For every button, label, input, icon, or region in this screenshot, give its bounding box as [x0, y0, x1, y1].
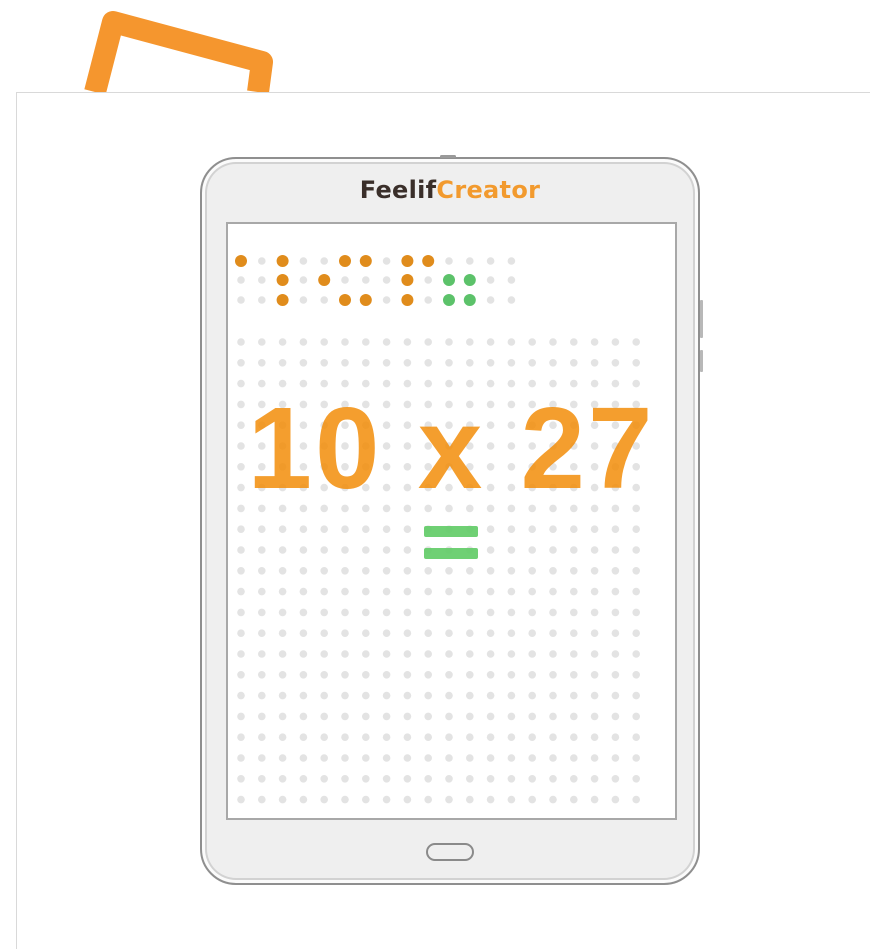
- brand-logo-part2: Creator: [436, 176, 541, 204]
- home-button[interactable]: [426, 843, 474, 861]
- tablet-volume-button: [700, 300, 703, 338]
- tablet-top-button: [440, 155, 456, 158]
- tactile-screen[interactable]: [226, 222, 677, 820]
- math-expression: 10 x 27: [247, 383, 656, 513]
- equals-sign: [424, 526, 478, 560]
- equals-bar-top: [424, 526, 478, 537]
- equals-bar-bottom: [424, 548, 478, 559]
- orange-frame-decoration: [84, 11, 273, 95]
- brand-logo: FeelifCreator: [200, 176, 700, 204]
- brand-logo-part1: Feelif: [359, 176, 437, 204]
- tablet-power-button: [700, 350, 703, 372]
